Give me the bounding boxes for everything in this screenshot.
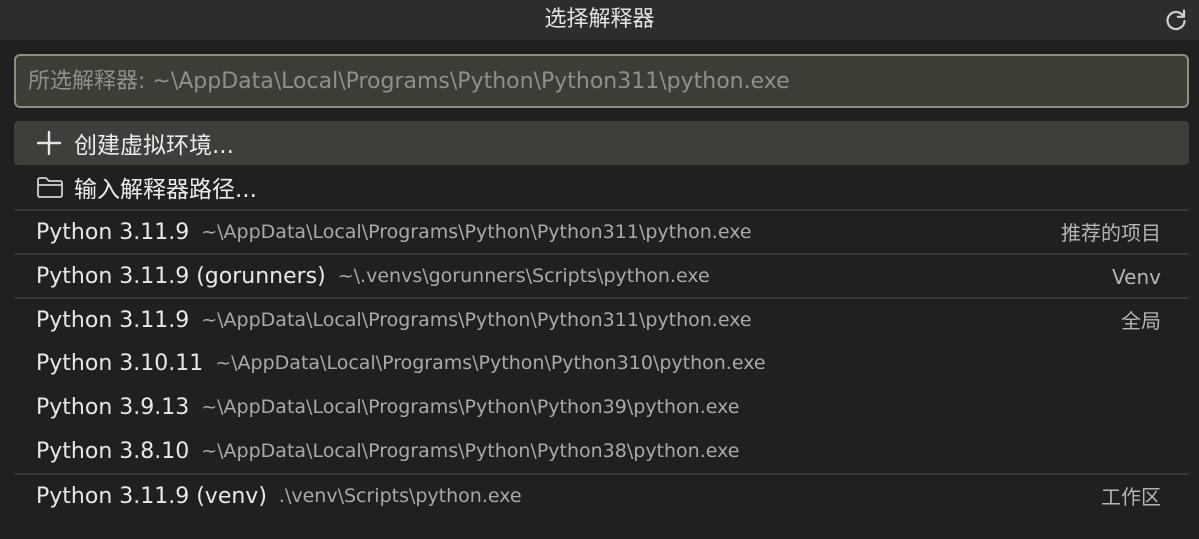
interpreter-item-global[interactable]: Python 3.9.13 ~\AppData\Local\Programs\P… xyxy=(14,385,1189,429)
create-venv-item[interactable]: 创建虚拟环境... xyxy=(14,121,1189,165)
interpreter-path: ~\.venvs\gorunners\Scripts\python.exe xyxy=(337,265,710,287)
plus-icon xyxy=(36,130,66,156)
create-venv-label: 创建虚拟环境... xyxy=(74,133,234,159)
interpreter-category-tag: 工作区 xyxy=(1101,485,1161,509)
quick-pick-panel: 选择解释器 创建虚拟环境... xyxy=(0,0,1199,539)
interpreter-name: Python 3.11.9 (gorunners) xyxy=(36,263,326,289)
interpreter-item-global[interactable]: Python 3.11.9 ~\AppData\Local\Programs\P… xyxy=(14,297,1189,341)
enter-interpreter-path-item[interactable]: 输入解释器路径... xyxy=(14,165,1189,209)
interpreter-list: 创建虚拟环境... 输入解释器路径... Python 3.11.9 ~\App… xyxy=(14,121,1189,517)
interpreter-item-venv[interactable]: Python 3.11.9 (gorunners) ~\.venvs\gorun… xyxy=(14,253,1189,297)
interpreter-search-input[interactable] xyxy=(16,56,1187,106)
interpreter-name: Python 3.11.9 xyxy=(36,307,190,333)
enter-interpreter-path-label: 输入解释器路径... xyxy=(74,177,257,203)
interpreter-name: Python 3.11.9 (venv) xyxy=(36,483,267,509)
interpreter-item-recommended[interactable]: Python 3.11.9 ~\AppData\Local\Programs\P… xyxy=(14,209,1189,253)
interpreter-name: Python 3.10.11 xyxy=(36,350,204,376)
interpreter-path: ~\AppData\Local\Programs\Python\Python31… xyxy=(201,309,752,331)
interpreter-path: ~\AppData\Local\Programs\Python\Python39… xyxy=(201,396,740,418)
interpreter-path: .\venv\Scripts\python.exe xyxy=(278,485,522,507)
folder-icon xyxy=(36,174,66,200)
interpreter-item-global[interactable]: Python 3.8.10 ~\AppData\Local\Programs\P… xyxy=(14,429,1189,473)
interpreter-item-workspace[interactable]: Python 3.11.9 (venv) .\venv\Scripts\pyth… xyxy=(14,473,1189,517)
refresh-icon[interactable] xyxy=(1163,7,1189,33)
interpreter-name: Python 3.9.13 xyxy=(36,394,190,420)
interpreter-path: ~\AppData\Local\Programs\Python\Python38… xyxy=(201,440,740,462)
interpreter-search-box xyxy=(14,54,1189,108)
quick-pick-title: 选择解释器 xyxy=(544,7,655,32)
quick-pick-title-bar: 选择解释器 xyxy=(0,0,1199,40)
interpreter-item-global[interactable]: Python 3.10.11 ~\AppData\Local\Programs\… xyxy=(14,341,1189,385)
interpreter-name: Python 3.8.10 xyxy=(36,438,190,464)
interpreter-path: ~\AppData\Local\Programs\Python\Python31… xyxy=(201,221,752,243)
interpreter-category-tag: Venv xyxy=(1112,265,1161,289)
interpreter-path: ~\AppData\Local\Programs\Python\Python31… xyxy=(215,352,766,374)
interpreter-category-tag: 推荐的项目 xyxy=(1061,221,1161,245)
interpreter-name: Python 3.11.9 xyxy=(36,219,190,245)
interpreter-category-tag: 全局 xyxy=(1121,309,1161,333)
